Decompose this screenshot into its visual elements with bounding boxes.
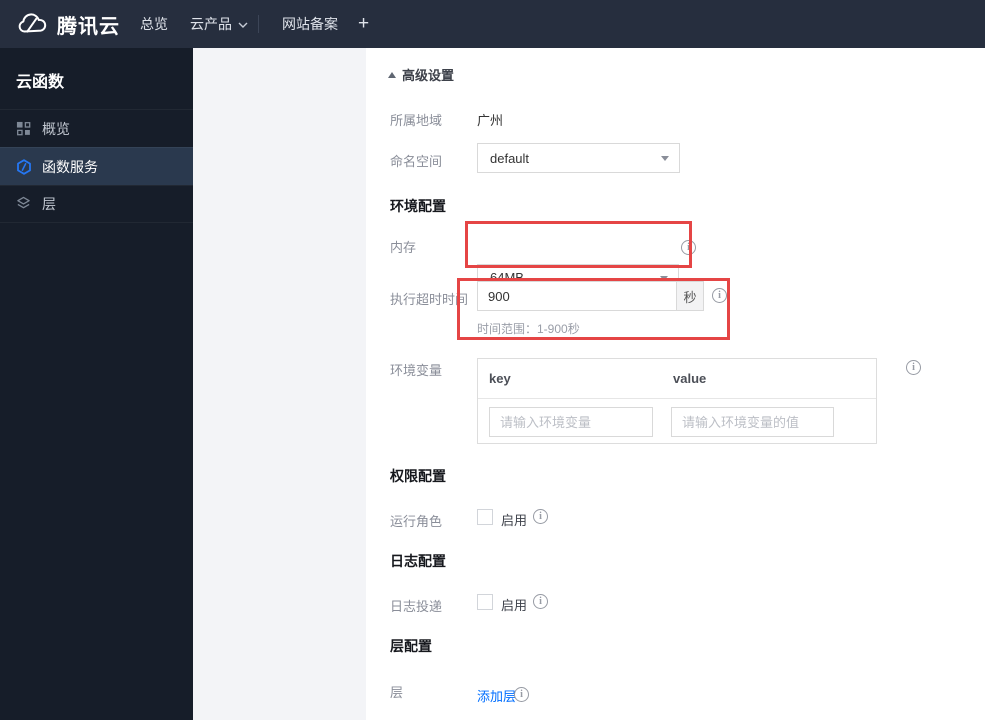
layers-icon — [16, 196, 32, 212]
add-tab-button[interactable]: + — [358, 0, 369, 48]
env-vars-info-icon[interactable] — [906, 360, 921, 375]
sidebar-item-overview[interactable]: 概览 — [0, 109, 193, 147]
section-perm-config: 权限配置 — [390, 468, 446, 484]
namespace-selected-value: default — [490, 150, 530, 166]
log-delivery-label: 日志投递 — [390, 599, 443, 614]
timeout-input[interactable] — [477, 281, 677, 311]
run-role-label: 运行角色 — [390, 514, 443, 529]
run-role-info-icon[interactable] — [533, 509, 548, 524]
section-env-config: 环境配置 — [390, 198, 446, 214]
nav-website-filing[interactable]: 网站备案 — [282, 0, 338, 48]
env-key-input[interactable] — [489, 407, 653, 437]
nav-divider — [258, 15, 259, 33]
chevron-down-icon — [238, 22, 248, 28]
section-log-config: 日志配置 — [390, 553, 446, 569]
nav-cloud-products[interactable]: 云产品 — [190, 0, 248, 48]
env-vars-input-row — [478, 399, 876, 444]
advanced-settings-toggle[interactable]: 高级设置 — [388, 65, 454, 84]
memory-highlight-box — [465, 221, 692, 268]
timeout-label: 执行超时时间 — [390, 292, 469, 307]
timeout-info-icon[interactable] — [712, 288, 727, 303]
run-role-enable-label[interactable]: 启用 — [501, 510, 527, 529]
sidebar-item-label: 概览 — [42, 120, 70, 137]
env-vars-header-row: key value — [478, 359, 876, 399]
sidebar-item-layers[interactable]: 层 — [0, 185, 193, 223]
chevron-down-icon — [661, 156, 669, 161]
secondary-panel — [193, 48, 366, 720]
sidebar: 云函数 概览 函数服务 层 — [0, 48, 193, 720]
sidebar-item-function-service[interactable]: 函数服务 — [0, 147, 193, 185]
timeout-range-hint: 时间范围：1-900秒 — [477, 322, 580, 336]
collapse-arrow-icon — [388, 71, 396, 78]
nav-overview[interactable]: 总览 — [140, 0, 168, 48]
memory-label: 内存 — [390, 240, 417, 255]
add-layer-link[interactable]: 添加层 — [477, 686, 516, 705]
tencent-cloud-logo[interactable]: 腾讯云 — [16, 0, 120, 48]
log-delivery-enable-label[interactable]: 启用 — [501, 595, 527, 614]
function-config-form: 高级设置 所属地域 广州 命名空间 default 环境配置 内存 64MB 执… — [366, 48, 985, 720]
namespace-label: 命名空间 — [390, 154, 443, 169]
log-delivery-info-icon[interactable] — [533, 594, 548, 609]
layer-info-icon[interactable] — [514, 687, 529, 702]
advanced-settings-label: 高级设置 — [402, 68, 455, 83]
top-navbar: 腾讯云 总览 云产品 网站备案 + — [0, 0, 985, 48]
region-label: 所属地域 — [390, 113, 443, 128]
env-value-input[interactable] — [671, 407, 834, 437]
sidebar-item-label: 函数服务 — [42, 158, 98, 175]
cloud-slash-icon — [18, 13, 47, 33]
chevron-down-icon — [660, 275, 668, 281]
scf-hexagon-icon — [16, 158, 32, 175]
env-key-header: key — [489, 371, 511, 386]
layer-label: 层 — [390, 685, 404, 700]
memory-info-icon[interactable] — [681, 240, 696, 255]
run-role-checkbox[interactable] — [477, 509, 493, 525]
timeout-unit-addon: 秒 — [677, 281, 704, 311]
env-vars-label: 环境变量 — [390, 363, 443, 378]
grid-icon — [16, 121, 32, 137]
sidebar-item-label: 层 — [42, 196, 56, 212]
sidebar-product-title: 云函数 — [16, 74, 65, 91]
namespace-select[interactable]: default — [477, 143, 680, 173]
env-value-header: value — [673, 371, 707, 386]
env-vars-table: key value — [477, 358, 877, 444]
region-value: 广州 — [477, 113, 504, 128]
brand-name: 腾讯云 — [57, 15, 120, 38]
log-delivery-checkbox[interactable] — [477, 594, 493, 610]
section-layer-config: 层配置 — [390, 638, 432, 654]
